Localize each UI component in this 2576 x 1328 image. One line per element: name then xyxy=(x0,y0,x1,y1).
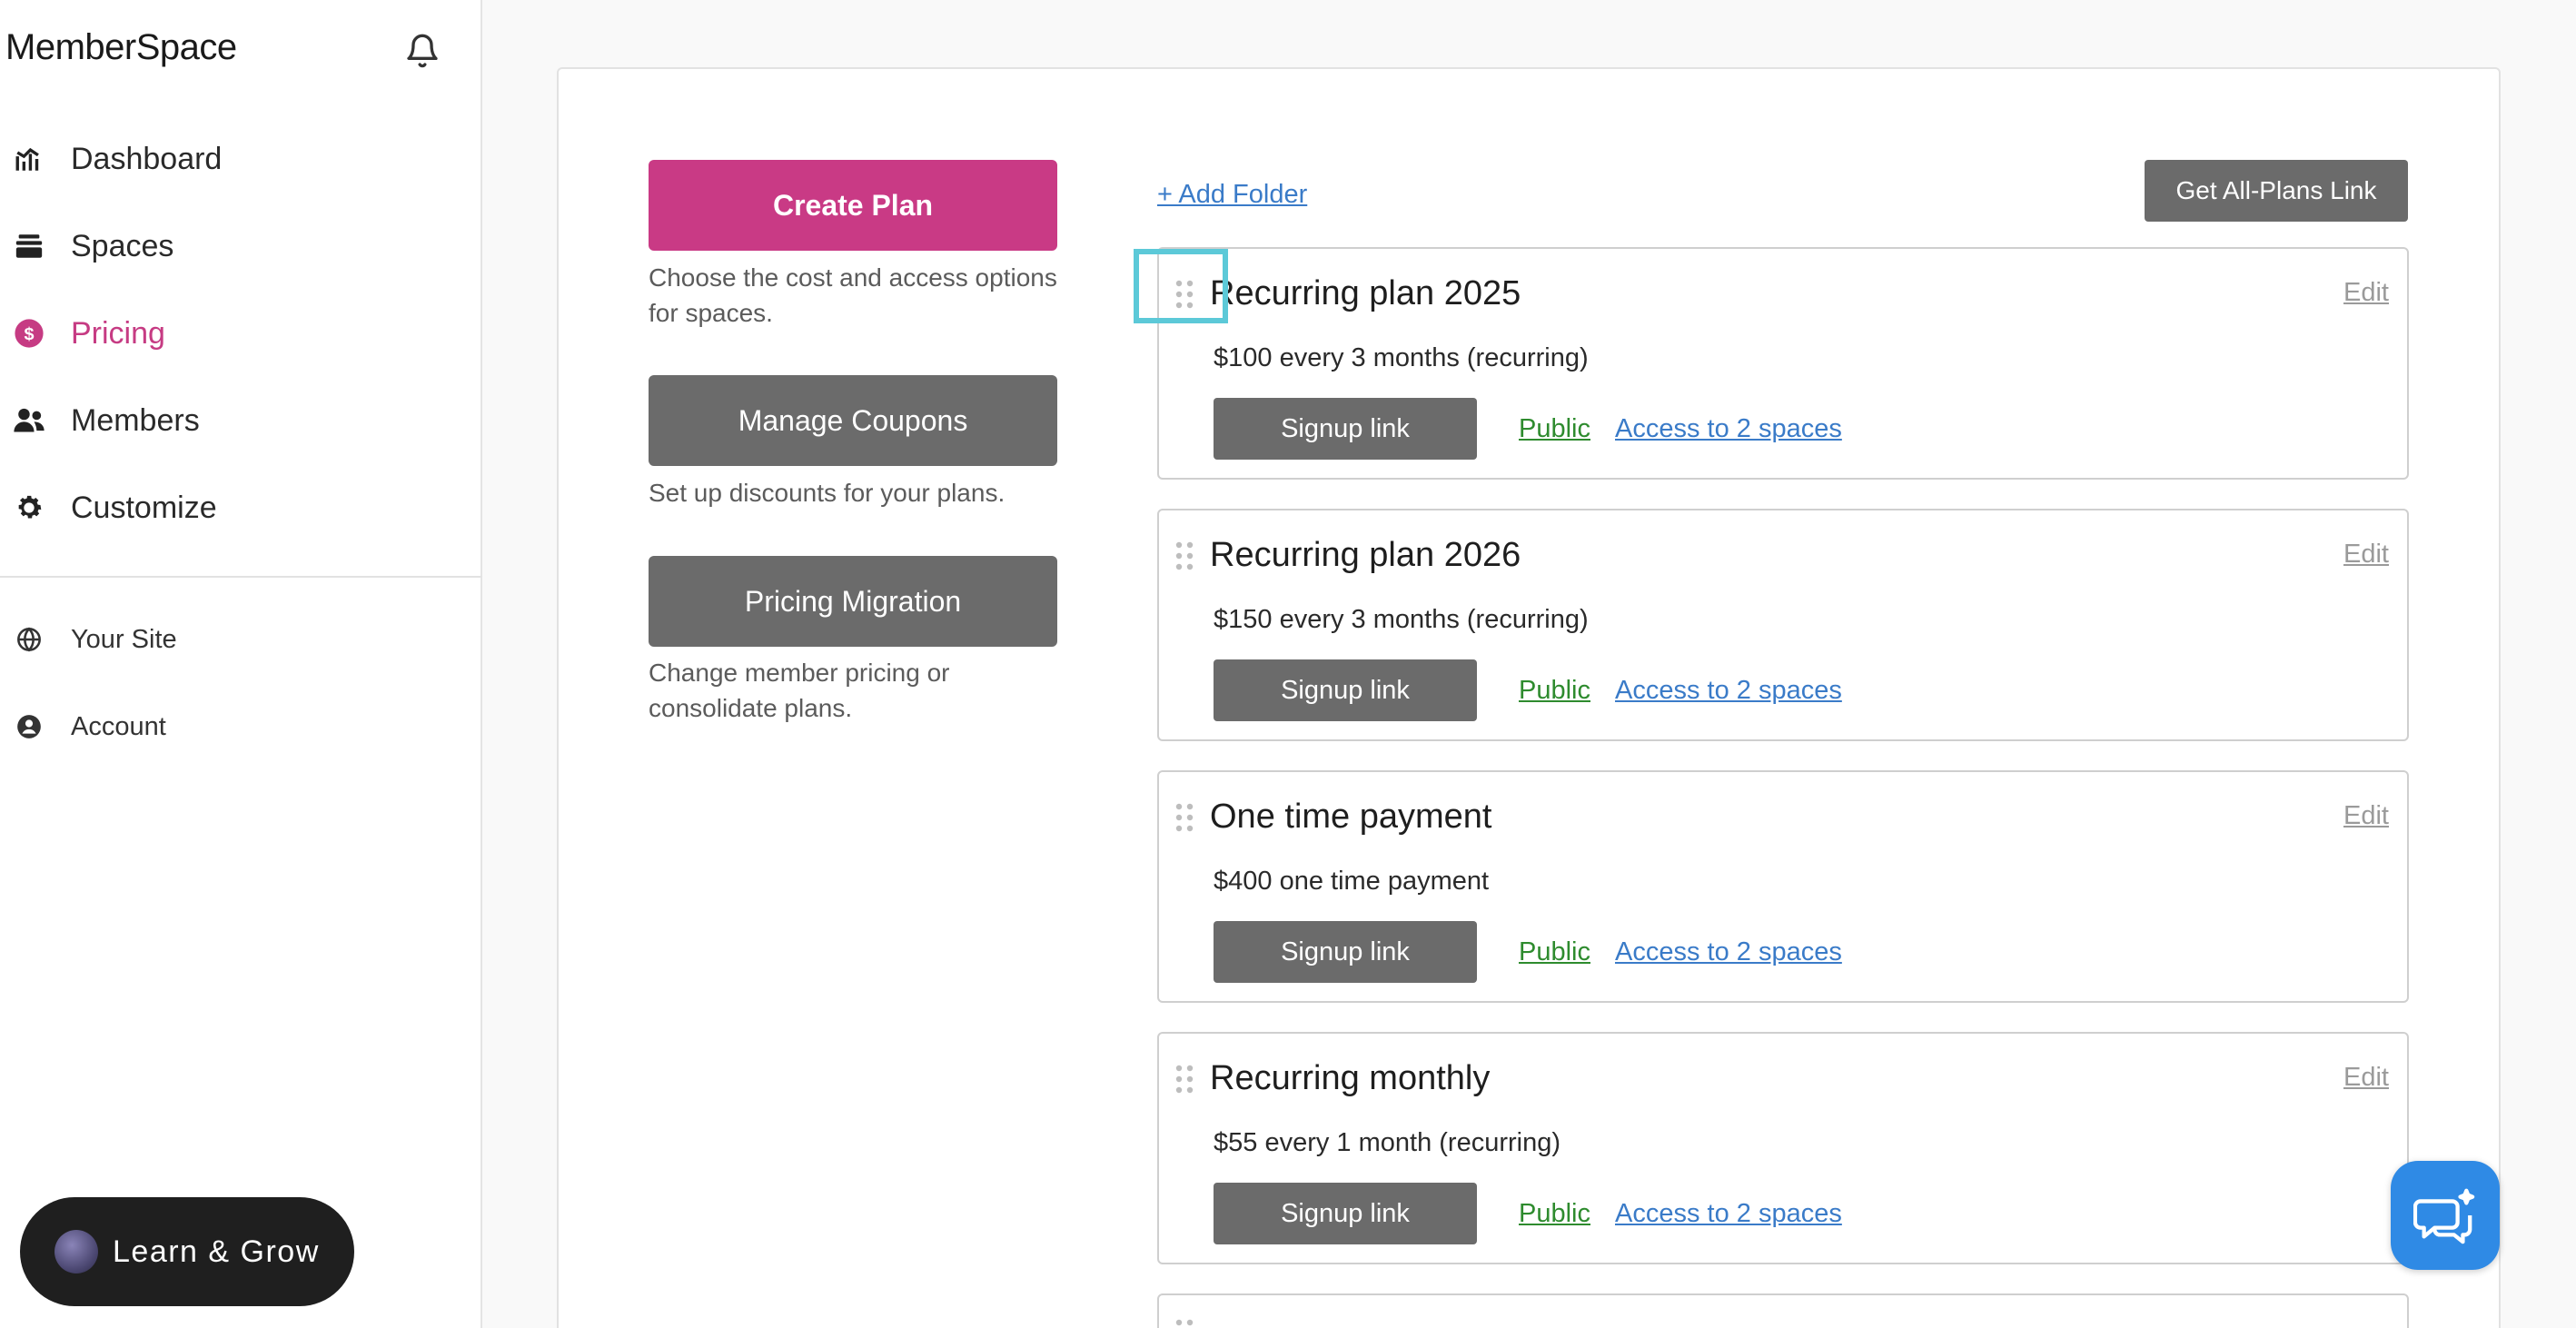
learn-orb-icon xyxy=(54,1230,98,1273)
manage-coupons-description: Set up discounts for your plans. xyxy=(649,479,1006,507)
nav-label: Dashboard xyxy=(71,141,223,176)
edit-plan-link[interactable]: Edit xyxy=(2343,278,2389,308)
add-folder-link[interactable]: + Add Folder xyxy=(1157,180,1307,210)
edit-plan-link[interactable]: Edit xyxy=(2343,1063,2389,1093)
plan-name: Recurring plan 2025 xyxy=(1210,274,1521,312)
drag-handle-icon[interactable] xyxy=(1174,803,1195,832)
plan-card: Recurring plan 2025 Edit $100 every 3 mo… xyxy=(1157,247,2409,480)
chat-bubble-icon xyxy=(2413,1188,2475,1244)
plan-visibility-link[interactable]: Public xyxy=(1519,937,1590,967)
user-circle-icon xyxy=(13,710,45,743)
brand-logo[interactable]: MemberSpace xyxy=(5,27,237,68)
plan-card xyxy=(1157,1293,2409,1328)
users-icon xyxy=(13,404,45,437)
nav-divider xyxy=(0,576,482,578)
sidebar: MemberSpace Dashboard Spaces $ Pricing M… xyxy=(0,0,482,1328)
plan-name: One time payment xyxy=(1210,798,1492,836)
plan-visibility-link[interactable]: Public xyxy=(1519,1199,1590,1229)
plan-card: Recurring monthly Edit $55 every 1 month… xyxy=(1157,1032,2409,1264)
get-all-plans-link-button[interactable]: Get All-Plans Link xyxy=(2145,160,2408,222)
plan-name: Recurring monthly xyxy=(1210,1059,1491,1097)
signup-link-button[interactable]: Signup link xyxy=(1214,921,1477,983)
globe-icon xyxy=(13,623,45,656)
bell-icon[interactable] xyxy=(404,33,441,69)
plan-access-link[interactable]: Access to 2 spaces xyxy=(1615,937,1842,967)
create-plan-description: Choose the cost and access options for s… xyxy=(649,263,1057,327)
nav-item-account[interactable]: Account xyxy=(0,690,482,763)
layers-icon xyxy=(13,230,45,263)
gear-icon xyxy=(13,491,45,524)
plan-price: $55 every 1 month (recurring) xyxy=(1214,1128,1560,1157)
nav-item-your-site[interactable]: Your Site xyxy=(0,603,482,676)
learn-grow-label: Learn & Grow xyxy=(113,1234,320,1269)
nav-item-customize[interactable]: Customize xyxy=(0,471,482,544)
pricing-migration-description: Change member pricing or consolidate pla… xyxy=(649,659,950,722)
plan-visibility-link[interactable]: Public xyxy=(1519,676,1590,706)
drag-handle-icon[interactable] xyxy=(1174,541,1195,570)
plan-price: $150 every 3 months (recurring) xyxy=(1214,605,1589,634)
edit-plan-link[interactable]: Edit xyxy=(2343,801,2389,831)
chat-widget-button[interactable] xyxy=(2391,1161,2500,1270)
nav-label: Pricing xyxy=(71,315,165,351)
pricing-migration-button[interactable]: Pricing Migration xyxy=(649,556,1057,647)
nav-item-members[interactable]: Members xyxy=(0,384,482,457)
plan-name: Recurring plan 2026 xyxy=(1210,536,1521,574)
nav-label: Account xyxy=(71,711,166,741)
plan-visibility-link[interactable]: Public xyxy=(1519,414,1590,444)
nav-item-dashboard[interactable]: Dashboard xyxy=(0,123,482,195)
nav-item-spaces[interactable]: Spaces xyxy=(0,210,482,282)
nav-label: Members xyxy=(71,402,200,438)
plan-card: Recurring plan 2026 Edit $150 every 3 mo… xyxy=(1157,509,2409,741)
plan-card: One time payment Edit $400 one time paym… xyxy=(1157,770,2409,1003)
create-plan-button[interactable]: Create Plan xyxy=(649,160,1057,251)
drag-handle-icon[interactable] xyxy=(1174,1319,1195,1328)
nav-label: Customize xyxy=(71,490,217,525)
plan-price: $100 every 3 months (recurring) xyxy=(1214,343,1589,372)
signup-link-button[interactable]: Signup link xyxy=(1214,659,1477,721)
drag-handle-icon[interactable] xyxy=(1174,1065,1195,1094)
plan-price: $400 one time payment xyxy=(1214,867,1490,896)
dollar-icon: $ xyxy=(13,317,45,350)
plan-access-link[interactable]: Access to 2 spaces xyxy=(1615,676,1842,706)
plan-access-link[interactable]: Access to 2 spaces xyxy=(1615,1199,1842,1229)
nav-item-pricing[interactable]: $ Pricing xyxy=(0,297,482,370)
learn-grow-button[interactable]: Learn & Grow xyxy=(20,1197,354,1306)
chart-icon xyxy=(13,143,45,175)
nav-label: Your Site xyxy=(71,624,177,654)
plan-access-link[interactable]: Access to 2 spaces xyxy=(1615,414,1842,444)
signup-link-button[interactable]: Signup link xyxy=(1214,398,1477,460)
edit-plan-link[interactable]: Edit xyxy=(2343,540,2389,570)
svg-text:$: $ xyxy=(24,324,34,344)
nav-label: Spaces xyxy=(71,228,174,263)
signup-link-button[interactable]: Signup link xyxy=(1214,1183,1477,1244)
manage-coupons-button[interactable]: Manage Coupons xyxy=(649,375,1057,466)
focus-highlight xyxy=(1134,249,1228,323)
